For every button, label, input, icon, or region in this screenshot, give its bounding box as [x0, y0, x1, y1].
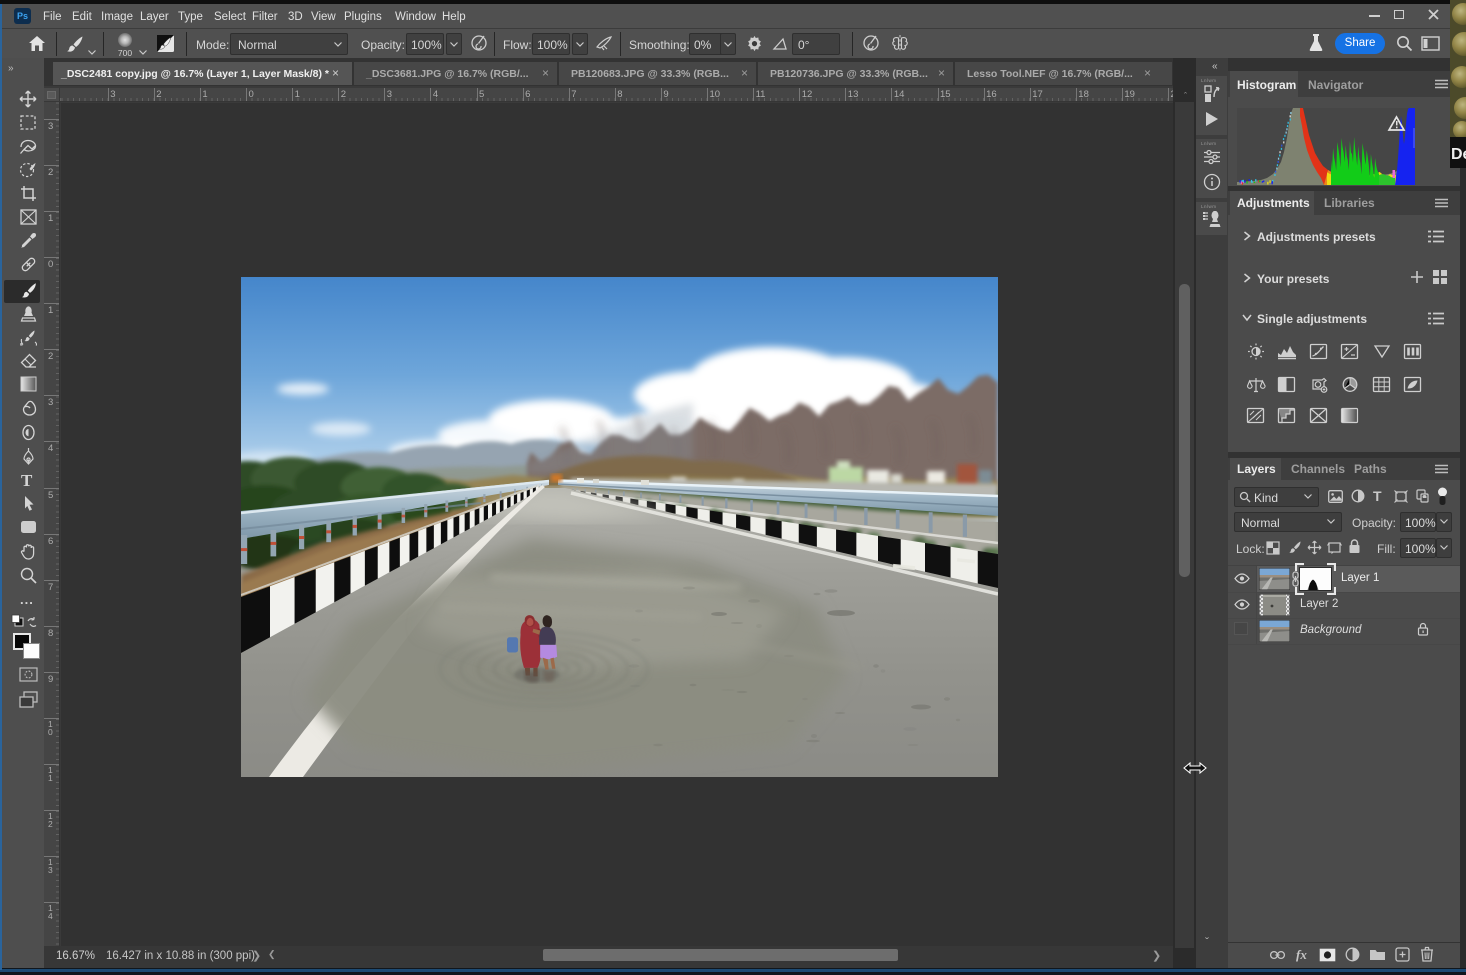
svg-text:De: De	[1451, 146, 1466, 163]
